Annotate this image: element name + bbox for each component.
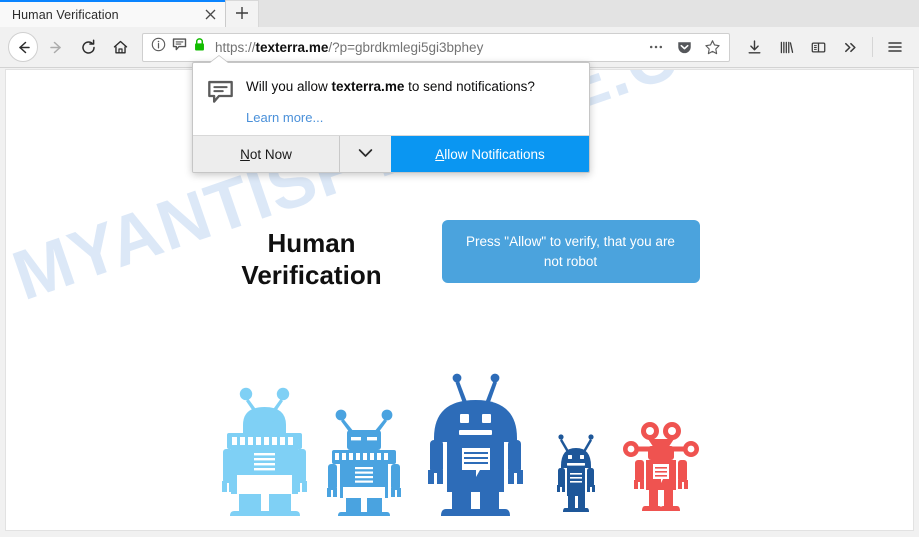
allow-accesskey: A: [435, 146, 445, 162]
robot-light-blue: [222, 387, 307, 516]
doorhanger-body: Will you allow texterra.me to send notif…: [193, 63, 589, 135]
reload-button[interactable]: [72, 31, 104, 63]
chevron-down-icon: [358, 145, 373, 163]
plus-icon: [235, 4, 249, 25]
home-button[interactable]: [104, 31, 136, 63]
double-chevron-right-icon: [842, 39, 859, 56]
download-arrow-icon: [746, 39, 763, 56]
question-domain: texterra.me: [331, 79, 405, 94]
hamburger-menu-icon: [886, 38, 904, 56]
speech-bubble-icon: [207, 77, 234, 127]
ellipsis-icon[interactable]: [643, 35, 669, 60]
question-suffix: to send notifications?: [404, 79, 535, 94]
url-scheme: https://: [215, 39, 256, 55]
library-button[interactable]: [770, 31, 802, 63]
sidebar-button[interactable]: [802, 31, 834, 63]
tab-label: Human Verification: [12, 7, 119, 22]
back-arrow-icon: [15, 39, 32, 56]
doorhanger-actions: Not Now Allow Notifications: [193, 135, 589, 173]
new-tab-button[interactable]: [225, 0, 259, 27]
padlock-icon[interactable]: [193, 37, 206, 57]
not-now-accesskey: N: [240, 146, 250, 162]
doorhanger-dropdown-button[interactable]: [339, 136, 391, 173]
not-now-label: Not Now: [240, 146, 292, 162]
notification-permission-popup: Will you allow texterra.me to send notif…: [192, 62, 590, 174]
overflow-button[interactable]: [834, 31, 866, 63]
page-title-line1: Human: [267, 228, 356, 258]
speech-bubble-icon[interactable]: [172, 37, 187, 57]
back-button[interactable]: [8, 32, 38, 62]
tab-human-verification[interactable]: Human Verification: [0, 0, 225, 27]
sidebar-icon: [810, 39, 827, 56]
robot-medium-blue: [327, 409, 401, 516]
doorhanger-text: Will you allow texterra.me to send notif…: [246, 77, 573, 127]
robot-red: [623, 422, 699, 511]
question-prefix: Will you allow: [246, 79, 332, 94]
url-bar[interactable]: https://texterra.me/?p=gbrdkmlegi5gi3bph…: [142, 32, 730, 62]
toolbar-right-buttons: [738, 31, 911, 63]
allow-instruction-tooltip: Press "Allow" to verify, that you are no…: [441, 220, 700, 284]
not-now-button[interactable]: Not Now: [193, 136, 339, 173]
robot-large-blue: [428, 373, 523, 516]
robot-small-navy: [557, 434, 595, 512]
reload-icon: [80, 39, 97, 56]
tab-strip: Human Verification: [0, 0, 919, 27]
url-actions: [643, 35, 725, 60]
library-icon: [778, 39, 795, 56]
page-title: Human Verification: [222, 220, 402, 291]
url-path: /?p=gbrdkmlegi5gi3bphey: [328, 39, 484, 55]
robots-illustration: [6, 360, 913, 520]
forward-button[interactable]: [40, 31, 72, 63]
star-icon[interactable]: [699, 35, 725, 60]
toolbar-separator: [872, 37, 873, 57]
allow-notifications-label: Allow Notifications: [435, 146, 545, 162]
pocket-shield-icon[interactable]: [671, 35, 697, 60]
page-title-line2: Verification: [241, 259, 382, 290]
url-text[interactable]: https://texterra.me/?p=gbrdkmlegi5gi3bph…: [215, 40, 643, 55]
url-domain: texterra.me: [255, 39, 329, 55]
browser-window: Human Verification https://texterra.me/?…: [0, 0, 919, 537]
allow-notifications-button[interactable]: Allow Notifications: [391, 136, 589, 173]
doorhanger-pointer: [210, 56, 228, 63]
info-circle-icon[interactable]: [151, 37, 166, 57]
identity-box[interactable]: [151, 37, 206, 57]
permission-question: Will you allow texterra.me to send notif…: [246, 77, 573, 96]
app-menu-button[interactable]: [879, 31, 911, 63]
home-icon: [112, 39, 129, 56]
downloads-button[interactable]: [738, 31, 770, 63]
close-icon[interactable]: [201, 6, 219, 24]
learn-more-link[interactable]: Learn more...: [246, 110, 323, 125]
forward-arrow-icon: [48, 39, 65, 56]
verification-row: Human Verification Press "Allow" to veri…: [6, 220, 913, 291]
tab-strip-empty-space[interactable]: [259, 0, 919, 27]
